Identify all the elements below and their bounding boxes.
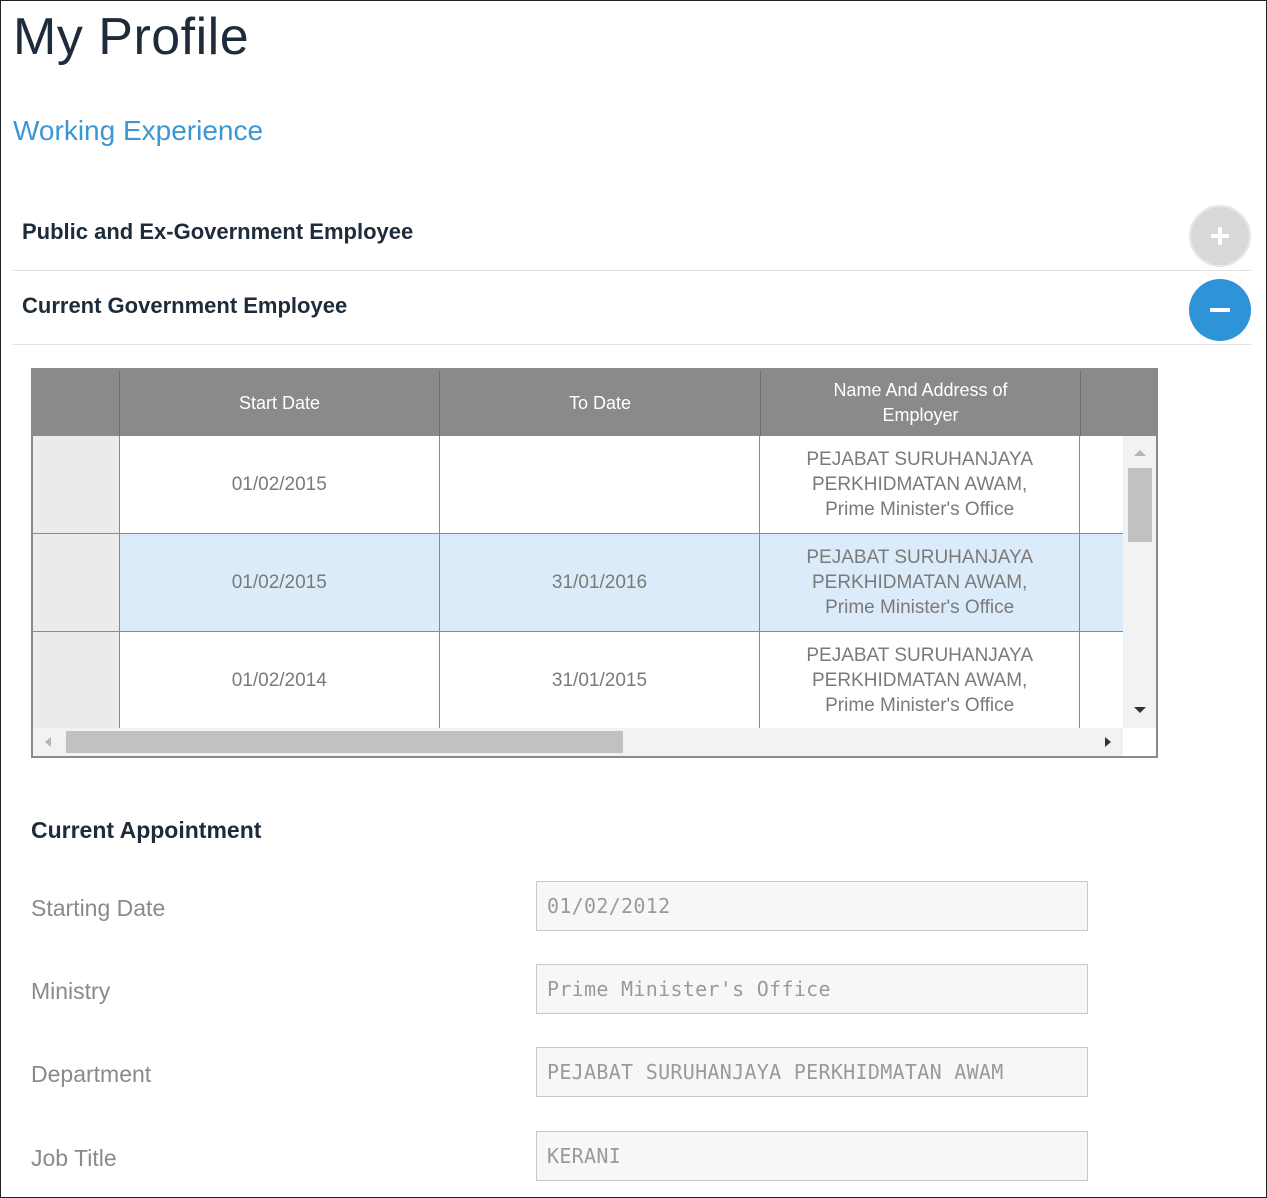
- job-title-field[interactable]: [536, 1131, 1088, 1181]
- scrollbar-corner: [1123, 728, 1156, 756]
- minus-icon: [1208, 298, 1232, 322]
- employment-grid: Start Date To Date Name And Address of E…: [31, 368, 1158, 758]
- column-header-start-date[interactable]: Start Date: [120, 370, 440, 436]
- scroll-down-icon[interactable]: [1134, 707, 1146, 713]
- grid-header: Start Date To Date Name And Address of E…: [33, 370, 1156, 436]
- section-title: Working Experience: [13, 115, 264, 146]
- collapse-button[interactable]: [1189, 279, 1251, 341]
- cell-extra: [1080, 534, 1123, 631]
- employer-text: PEJABAT SURUHANJAYA PERKHIDMATAN AWAM, P…: [806, 449, 1033, 520]
- department-field[interactable]: [536, 1047, 1088, 1097]
- starting-date-label: Starting Date: [31, 895, 166, 921]
- row-selector[interactable]: [33, 436, 120, 533]
- plus-icon: [1209, 225, 1231, 247]
- cell-start-date: 01/02/2015: [119, 436, 440, 533]
- horizontal-scrollbar[interactable]: [33, 728, 1123, 756]
- table-row[interactable]: 01/02/2014 31/01/2015 PEJABAT SURUHANJAY…: [33, 632, 1123, 728]
- cell-extra: [1080, 632, 1123, 728]
- cell-to-date: [439, 436, 761, 533]
- cell-to-date: 31/01/2015: [439, 632, 761, 728]
- ministry-label: Ministry: [31, 978, 111, 1004]
- grid-body: 01/02/2015 PEJABAT SURUHANJAYA PERKHIDMA…: [33, 436, 1123, 728]
- horizontal-scroll-thumb[interactable]: [66, 731, 623, 753]
- table-row[interactable]: 01/02/2015 PEJABAT SURUHANJAYA PERKHIDMA…: [33, 436, 1123, 534]
- employer-text: PEJABAT SURUHANJAYA PERKHIDMATAN AWAM, P…: [806, 645, 1033, 716]
- starting-date-field[interactable]: [536, 881, 1088, 931]
- accordion-label: Public and Ex-Government Employee: [22, 219, 414, 244]
- expand-button[interactable]: [1189, 205, 1251, 267]
- cell-start-date: 01/02/2014: [119, 632, 440, 728]
- form-row-job-title: Job Title: [31, 1131, 1091, 1183]
- cell-start-date: 01/02/2015: [119, 534, 440, 631]
- table-row-selected[interactable]: 01/02/2015 31/01/2016 PEJABAT SURUHANJAY…: [33, 534, 1123, 632]
- cell-employer: PEJABAT SURUHANJAYA PERKHIDMATAN AWAM, P…: [760, 632, 1081, 728]
- scroll-right-icon[interactable]: [1105, 737, 1111, 747]
- form-row-ministry: Ministry: [31, 964, 1091, 1016]
- column-header-to-date[interactable]: To Date: [440, 370, 761, 436]
- cell-to-date: 31/01/2016: [439, 534, 761, 631]
- form-row-department: Department: [31, 1047, 1091, 1099]
- form-row-starting-date: Starting Date: [31, 881, 1091, 933]
- row-selector[interactable]: [33, 632, 120, 728]
- accordion-public-ex-government[interactable]: Public and Ex-Government Employee: [13, 197, 1251, 271]
- column-header-employer[interactable]: Name And Address of Employer: [761, 370, 1081, 436]
- row-selector[interactable]: [33, 534, 120, 631]
- employer-text: PEJABAT SURUHANJAYA PERKHIDMATAN AWAM, P…: [806, 547, 1033, 618]
- cell-employer: PEJABAT SURUHANJAYA PERKHIDMATAN AWAM, P…: [760, 436, 1081, 533]
- department-label: Department: [31, 1061, 152, 1087]
- cell-extra: [1080, 436, 1123, 533]
- header-selector-cell: [33, 370, 120, 436]
- ministry-field[interactable]: [536, 964, 1088, 1014]
- accordion-label: Current Government Employee: [22, 293, 348, 318]
- job-title-label: Job Title: [31, 1145, 117, 1171]
- profile-panel: My Profile Working Experience Public and…: [0, 0, 1267, 1198]
- accordion-current-government[interactable]: Current Government Employee: [13, 271, 1251, 345]
- current-appointment-title: Current Appointment: [31, 817, 262, 843]
- scroll-left-icon[interactable]: [45, 737, 51, 747]
- column-header-extra: [1081, 370, 1156, 436]
- column-header-employer-label: Name And Address of Employer: [833, 380, 1008, 425]
- page-title: My Profile: [13, 8, 250, 66]
- vertical-scroll-thumb[interactable]: [1128, 468, 1152, 542]
- cell-employer: PEJABAT SURUHANJAYA PERKHIDMATAN AWAM, P…: [760, 534, 1081, 631]
- scroll-up-icon[interactable]: [1134, 450, 1146, 456]
- vertical-scrollbar[interactable]: [1123, 436, 1156, 728]
